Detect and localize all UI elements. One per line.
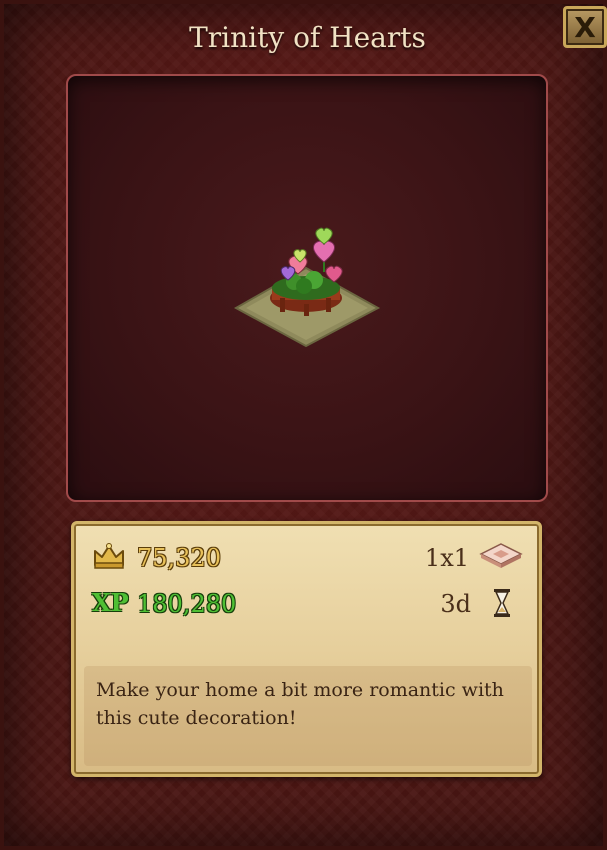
- item-info-panel: 75,320 XP 180,280 1x1 3d Make your home …: [71, 521, 542, 777]
- xp-value: 180,280: [137, 590, 237, 618]
- build-time-value: 3d: [440, 590, 471, 618]
- trinity-of-hearts-image: [233, 227, 381, 348]
- size-value: 1x1: [424, 544, 469, 572]
- item-description: Make your home a bit more romantic with …: [84, 666, 532, 766]
- close-button[interactable]: X: [563, 6, 607, 48]
- xp-icon: XP: [92, 588, 129, 617]
- tile-icon: [479, 543, 523, 568]
- item-dialog: Trinity of Hearts X 75,320 XP 180,280 1x…: [0, 0, 607, 850]
- dialog-title: Trinity of Hearts: [189, 21, 426, 54]
- crown-icon: [94, 543, 124, 569]
- close-icon: X: [574, 10, 596, 44]
- cost-value: 75,320: [137, 544, 221, 572]
- hourglass-icon: [494, 589, 510, 617]
- item-preview: [66, 74, 548, 502]
